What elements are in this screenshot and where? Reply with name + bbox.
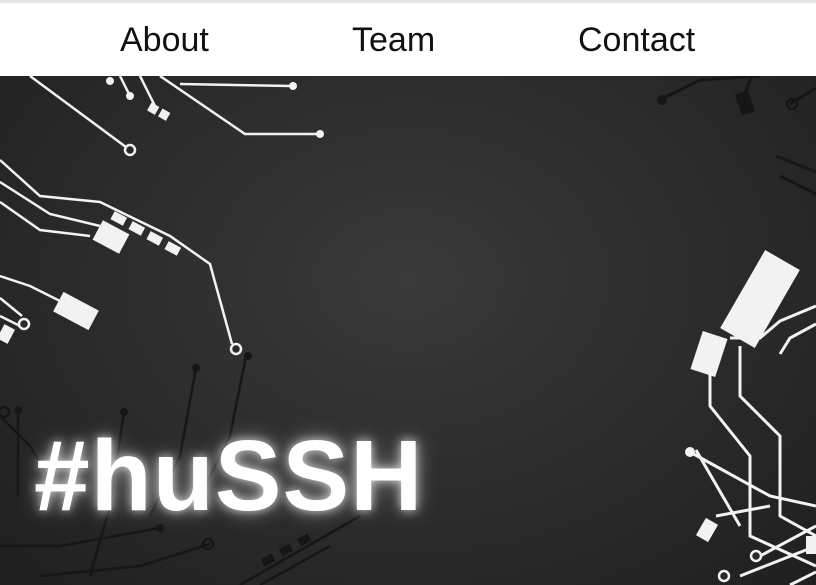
nav-link-team[interactable]: Team: [352, 21, 435, 59]
nav-link-contact[interactable]: Contact: [578, 21, 695, 59]
hero-title: #huSSH: [34, 420, 424, 532]
nav-link-about[interactable]: About: [120, 21, 209, 59]
top-navbar: About Team Contact: [0, 0, 816, 76]
hero-banner: #huSSH: [0, 76, 816, 585]
